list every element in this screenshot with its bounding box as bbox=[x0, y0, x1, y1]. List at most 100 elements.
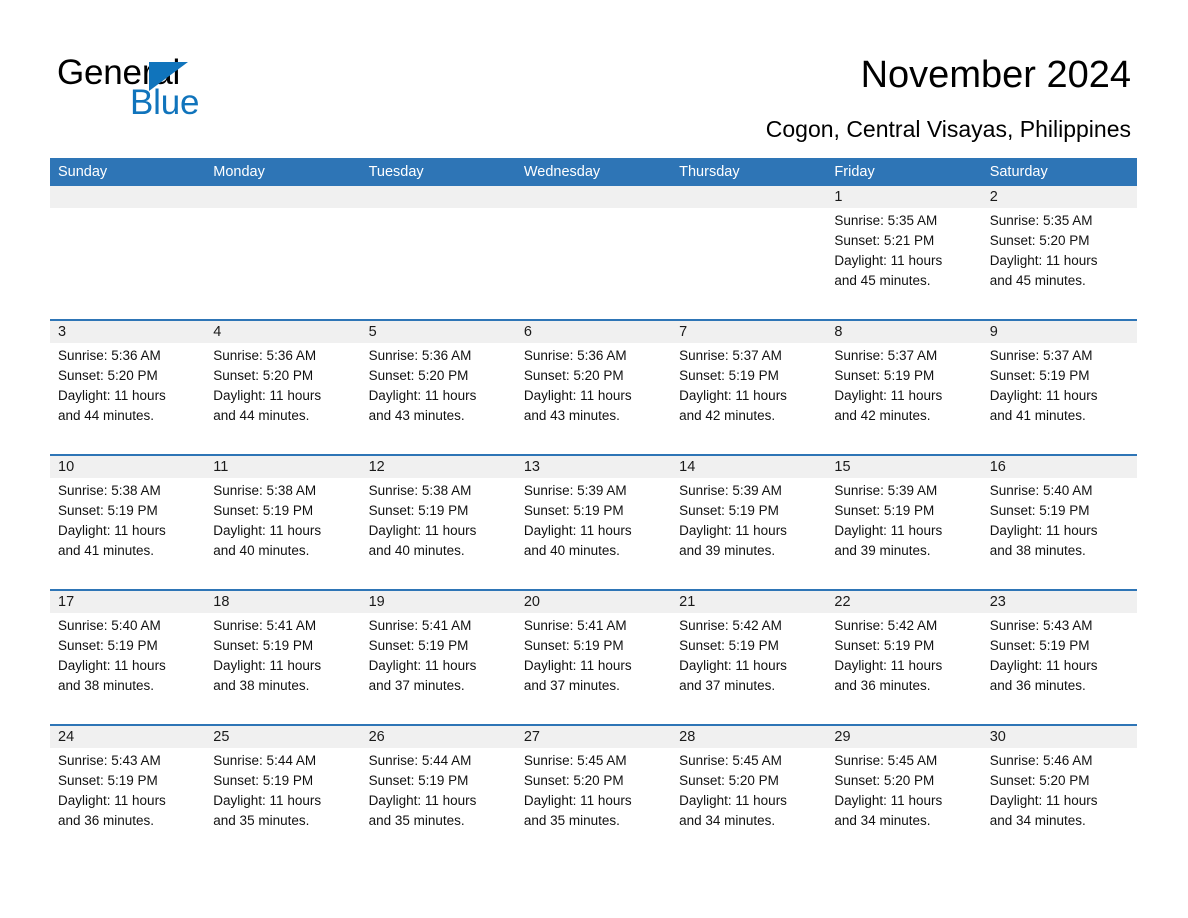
day-number-band bbox=[515, 186, 672, 208]
day-details: Sunrise: 5:45 AM Sunset: 5:20 PM Daylight:… bbox=[516, 748, 671, 831]
calendar-day-cell[interactable]: 22 Sunrise: 5:42 AM Sunset: 5:19 PM Dayligh… bbox=[826, 591, 982, 724]
daylight-text-line1: Daylight: 11 hours bbox=[679, 793, 787, 808]
calendar-day-cell[interactable]: 18 Sunrise: 5:41 AM Sunset: 5:19 PM Dayligh… bbox=[205, 591, 361, 724]
day-details: Sunrise: 5:43 AM Sunset: 5:19 PM Daylight:… bbox=[50, 748, 205, 831]
sunset-text: Sunset: 5:20 PM bbox=[213, 368, 314, 383]
daylight-text-line1: Daylight: 11 hours bbox=[368, 793, 477, 808]
sunset-text: Sunset: 5:20 PM bbox=[834, 773, 935, 788]
daylight-text-line1: Daylight: 11 hours bbox=[989, 523, 1098, 538]
day-number: 11 bbox=[213, 459, 229, 475]
day-details: Sunrise: 5:39 AM Sunset: 5:19 PM Daylight:… bbox=[516, 478, 671, 561]
day-number-band bbox=[205, 186, 361, 208]
sunrise-text: Sunrise: 5:37 AM bbox=[834, 348, 938, 363]
day-number-band: 9 bbox=[981, 321, 1137, 343]
calendar-day-cell[interactable]: 14 Sunrise: 5:39 AM Sunset: 5:19 PM Dayligh… bbox=[671, 456, 827, 589]
day-details: Sunrise: 5:35 AM Sunset: 5:21 PM Daylight:… bbox=[826, 208, 981, 291]
calendar-day-cell[interactable]: 9 Sunrise: 5:37 AM Sunset: 5:19 PM Daylight… bbox=[981, 321, 1137, 454]
daylight-text-line1: Daylight: 11 hours bbox=[989, 793, 1098, 808]
day-number: 15 bbox=[834, 459, 851, 475]
calendar-day-cell[interactable]: 15 Sunrise: 5:39 AM Sunset: 5:19 PM Dayligh… bbox=[826, 456, 982, 589]
sunset-text: Sunset: 5:20 PM bbox=[679, 773, 779, 788]
daylight-text-line2: and 37 minutes. bbox=[523, 678, 620, 693]
day-number-band: 11 bbox=[205, 456, 361, 478]
calendar-day-cell[interactable]: 6 Sunrise: 5:36 AM Sunset: 5:20 PM Daylight… bbox=[515, 321, 672, 454]
daylight-text-line1: Daylight: 11 hours bbox=[989, 253, 1098, 268]
day-number-band: 13 bbox=[515, 456, 672, 478]
day-details: Sunrise: 5:39 AM Sunset: 5:19 PM Daylight:… bbox=[826, 478, 981, 561]
logo-text-blue: Blue bbox=[130, 83, 200, 122]
calendar-day-cell[interactable]: 28 Sunrise: 5:45 AM Sunset: 5:20 PM Dayligh… bbox=[671, 726, 827, 859]
calendar-day-cell[interactable]: 7 Sunrise: 5:37 AM Sunset: 5:19 PM Daylight… bbox=[671, 321, 827, 454]
calendar-day-cell[interactable]: 26 Sunrise: 5:44 AM Sunset: 5:19 PM Dayligh… bbox=[360, 726, 516, 859]
daylight-text-line2: and 44 minutes. bbox=[213, 408, 310, 423]
daylight-text-line1: Daylight: 11 hours bbox=[58, 793, 166, 808]
calendar-day-cell[interactable]: 5 Sunrise: 5:36 AM Sunset: 5:20 PM Daylight… bbox=[360, 321, 516, 454]
day-number: 18 bbox=[213, 594, 230, 610]
calendar-day-cell[interactable]: 10 Sunrise: 5:38 AM Sunset: 5:19 PM Dayligh… bbox=[50, 456, 206, 589]
calendar-day-cell[interactable]: 8 Sunrise: 5:37 AM Sunset: 5:19 PM Daylight… bbox=[826, 321, 982, 454]
day-number: 12 bbox=[368, 459, 385, 475]
calendar-day-cell[interactable]: 3 Sunrise: 5:36 AM Sunset: 5:20 PM Daylight… bbox=[50, 321, 206, 454]
calendar-day-cell[interactable]: 13 Sunrise: 5:39 AM Sunset: 5:19 PM Dayligh… bbox=[515, 456, 672, 589]
sunrise-text: Sunrise: 5:43 AM bbox=[58, 753, 161, 768]
day-number: 19 bbox=[368, 594, 385, 610]
calendar-day-cell[interactable]: 17 Sunrise: 5:40 AM Sunset: 5:19 PM Dayligh… bbox=[50, 591, 206, 724]
weekday-header-tuesday: Tuesday bbox=[368, 164, 424, 180]
calendar-day-cell[interactable]: 2 Sunrise: 5:35 AM Sunset: 5:20 PM Daylight… bbox=[981, 186, 1137, 319]
calendar-day-cell[interactable]: 27 Sunrise: 5:45 AM Sunset: 5:20 PM Dayligh… bbox=[515, 726, 672, 859]
day-number-band: 18 bbox=[205, 591, 361, 613]
daylight-text-line1: Daylight: 11 hours bbox=[58, 523, 166, 538]
day-number: 20 bbox=[523, 594, 540, 610]
sunset-text: Sunset: 5:19 PM bbox=[834, 638, 935, 653]
sunrise-text: Sunrise: 5:36 AM bbox=[58, 348, 161, 363]
daylight-text-line1: Daylight: 11 hours bbox=[213, 658, 322, 673]
daylight-text-line1: Daylight: 11 hours bbox=[523, 658, 632, 673]
calendar-day-cell[interactable]: 30 Sunrise: 5:46 AM Sunset: 5:20 PM Dayligh… bbox=[981, 726, 1137, 859]
day-number: 27 bbox=[523, 729, 540, 745]
calendar-day-cell[interactable]: 24 Sunrise: 5:43 AM Sunset: 5:19 PM Dayligh… bbox=[50, 726, 206, 859]
sunset-text: Sunset: 5:19 PM bbox=[58, 773, 158, 788]
day-details: Sunrise: 5:36 AM Sunset: 5:20 PM Daylight:… bbox=[516, 343, 671, 426]
sunrise-text: Sunrise: 5:42 AM bbox=[679, 618, 782, 633]
day-details: Sunrise: 5:41 AM Sunset: 5:19 PM Daylight:… bbox=[205, 613, 360, 696]
calendar-day-cell[interactable]: 25 Sunrise: 5:44 AM Sunset: 5:19 PM Dayligh… bbox=[205, 726, 361, 859]
calendar-day-cell[interactable]: 16 Sunrise: 5:40 AM Sunset: 5:19 PM Dayligh… bbox=[981, 456, 1137, 589]
calendar-day-cell[interactable]: 20 Sunrise: 5:41 AM Sunset: 5:19 PM Dayligh… bbox=[515, 591, 672, 724]
calendar-week-row: 1 Sunrise: 5:35 AM Sunset: 5:21 PM Daylight… bbox=[50, 186, 1137, 319]
day-details: Sunrise: 5:40 AM Sunset: 5:19 PM Daylight:… bbox=[982, 478, 1137, 561]
day-number-band bbox=[50, 186, 206, 208]
daylight-text-line1: Daylight: 11 hours bbox=[834, 253, 943, 268]
calendar-weeks: 1 Sunrise: 5:35 AM Sunset: 5:21 PM Daylight… bbox=[50, 186, 1137, 859]
sunrise-text: Sunrise: 5:38 AM bbox=[368, 483, 472, 498]
daylight-text-line2: and 44 minutes. bbox=[58, 408, 155, 423]
day-number-band: 30 bbox=[981, 726, 1137, 748]
calendar-day-cell[interactable]: 1 Sunrise: 5:35 AM Sunset: 5:21 PM Daylight… bbox=[826, 186, 982, 319]
daylight-text-line2: and 35 minutes. bbox=[213, 813, 310, 828]
sunrise-text: Sunrise: 5:35 AM bbox=[989, 213, 1093, 228]
sunrise-text: Sunrise: 5:36 AM bbox=[368, 348, 472, 363]
day-details: Sunrise: 5:36 AM Sunset: 5:20 PM Daylight:… bbox=[361, 343, 516, 426]
sunrise-text: Sunrise: 5:44 AM bbox=[368, 753, 472, 768]
calendar-day-cell[interactable]: 23 Sunrise: 5:43 AM Sunset: 5:19 PM Dayligh… bbox=[981, 591, 1137, 724]
sunrise-text: Sunrise: 5:38 AM bbox=[213, 483, 317, 498]
day-number-band bbox=[360, 186, 516, 208]
calendar-day-cell[interactable]: 29 Sunrise: 5:45 AM Sunset: 5:20 PM Dayligh… bbox=[826, 726, 982, 859]
calendar-day-cell[interactable]: 11 Sunrise: 5:38 AM Sunset: 5:19 PM Dayligh… bbox=[205, 456, 361, 589]
day-details: Sunrise: 5:43 AM Sunset: 5:19 PM Daylight:… bbox=[982, 613, 1137, 696]
calendar-day-cell[interactable]: 4 Sunrise: 5:36 AM Sunset: 5:20 PM Daylight… bbox=[205, 321, 361, 454]
daylight-text-line2: and 42 minutes. bbox=[834, 408, 931, 423]
day-number: 17 bbox=[58, 594, 75, 610]
weekday-header-row: Sunday Monday Tuesday Wednesday Thursday Frid… bbox=[50, 158, 1137, 186]
sunset-text: Sunset: 5:19 PM bbox=[989, 503, 1090, 518]
calendar-week-row: 17 Sunrise: 5:40 AM Sunset: 5:19 PM Dayligh… bbox=[50, 589, 1137, 724]
daylight-text-line1: Daylight: 11 hours bbox=[368, 523, 477, 538]
daylight-text-line2: and 41 minutes. bbox=[989, 408, 1086, 423]
sunset-text: Sunset: 5:19 PM bbox=[679, 503, 779, 518]
day-details: Sunrise: 5:45 AM Sunset: 5:20 PM Daylight:… bbox=[826, 748, 981, 831]
calendar-day-cell[interactable]: 12 Sunrise: 5:38 AM Sunset: 5:19 PM Dayligh… bbox=[360, 456, 516, 589]
general-blue-logo[interactable]: General Blue bbox=[57, 54, 297, 124]
daylight-text-line2: and 37 minutes. bbox=[368, 678, 465, 693]
sunrise-text: Sunrise: 5:39 AM bbox=[523, 483, 627, 498]
calendar-day-cell[interactable]: 19 Sunrise: 5:41 AM Sunset: 5:19 PM Dayligh… bbox=[360, 591, 516, 724]
calendar-day-cell[interactable]: 21 Sunrise: 5:42 AM Sunset: 5:19 PM Dayligh… bbox=[671, 591, 827, 724]
